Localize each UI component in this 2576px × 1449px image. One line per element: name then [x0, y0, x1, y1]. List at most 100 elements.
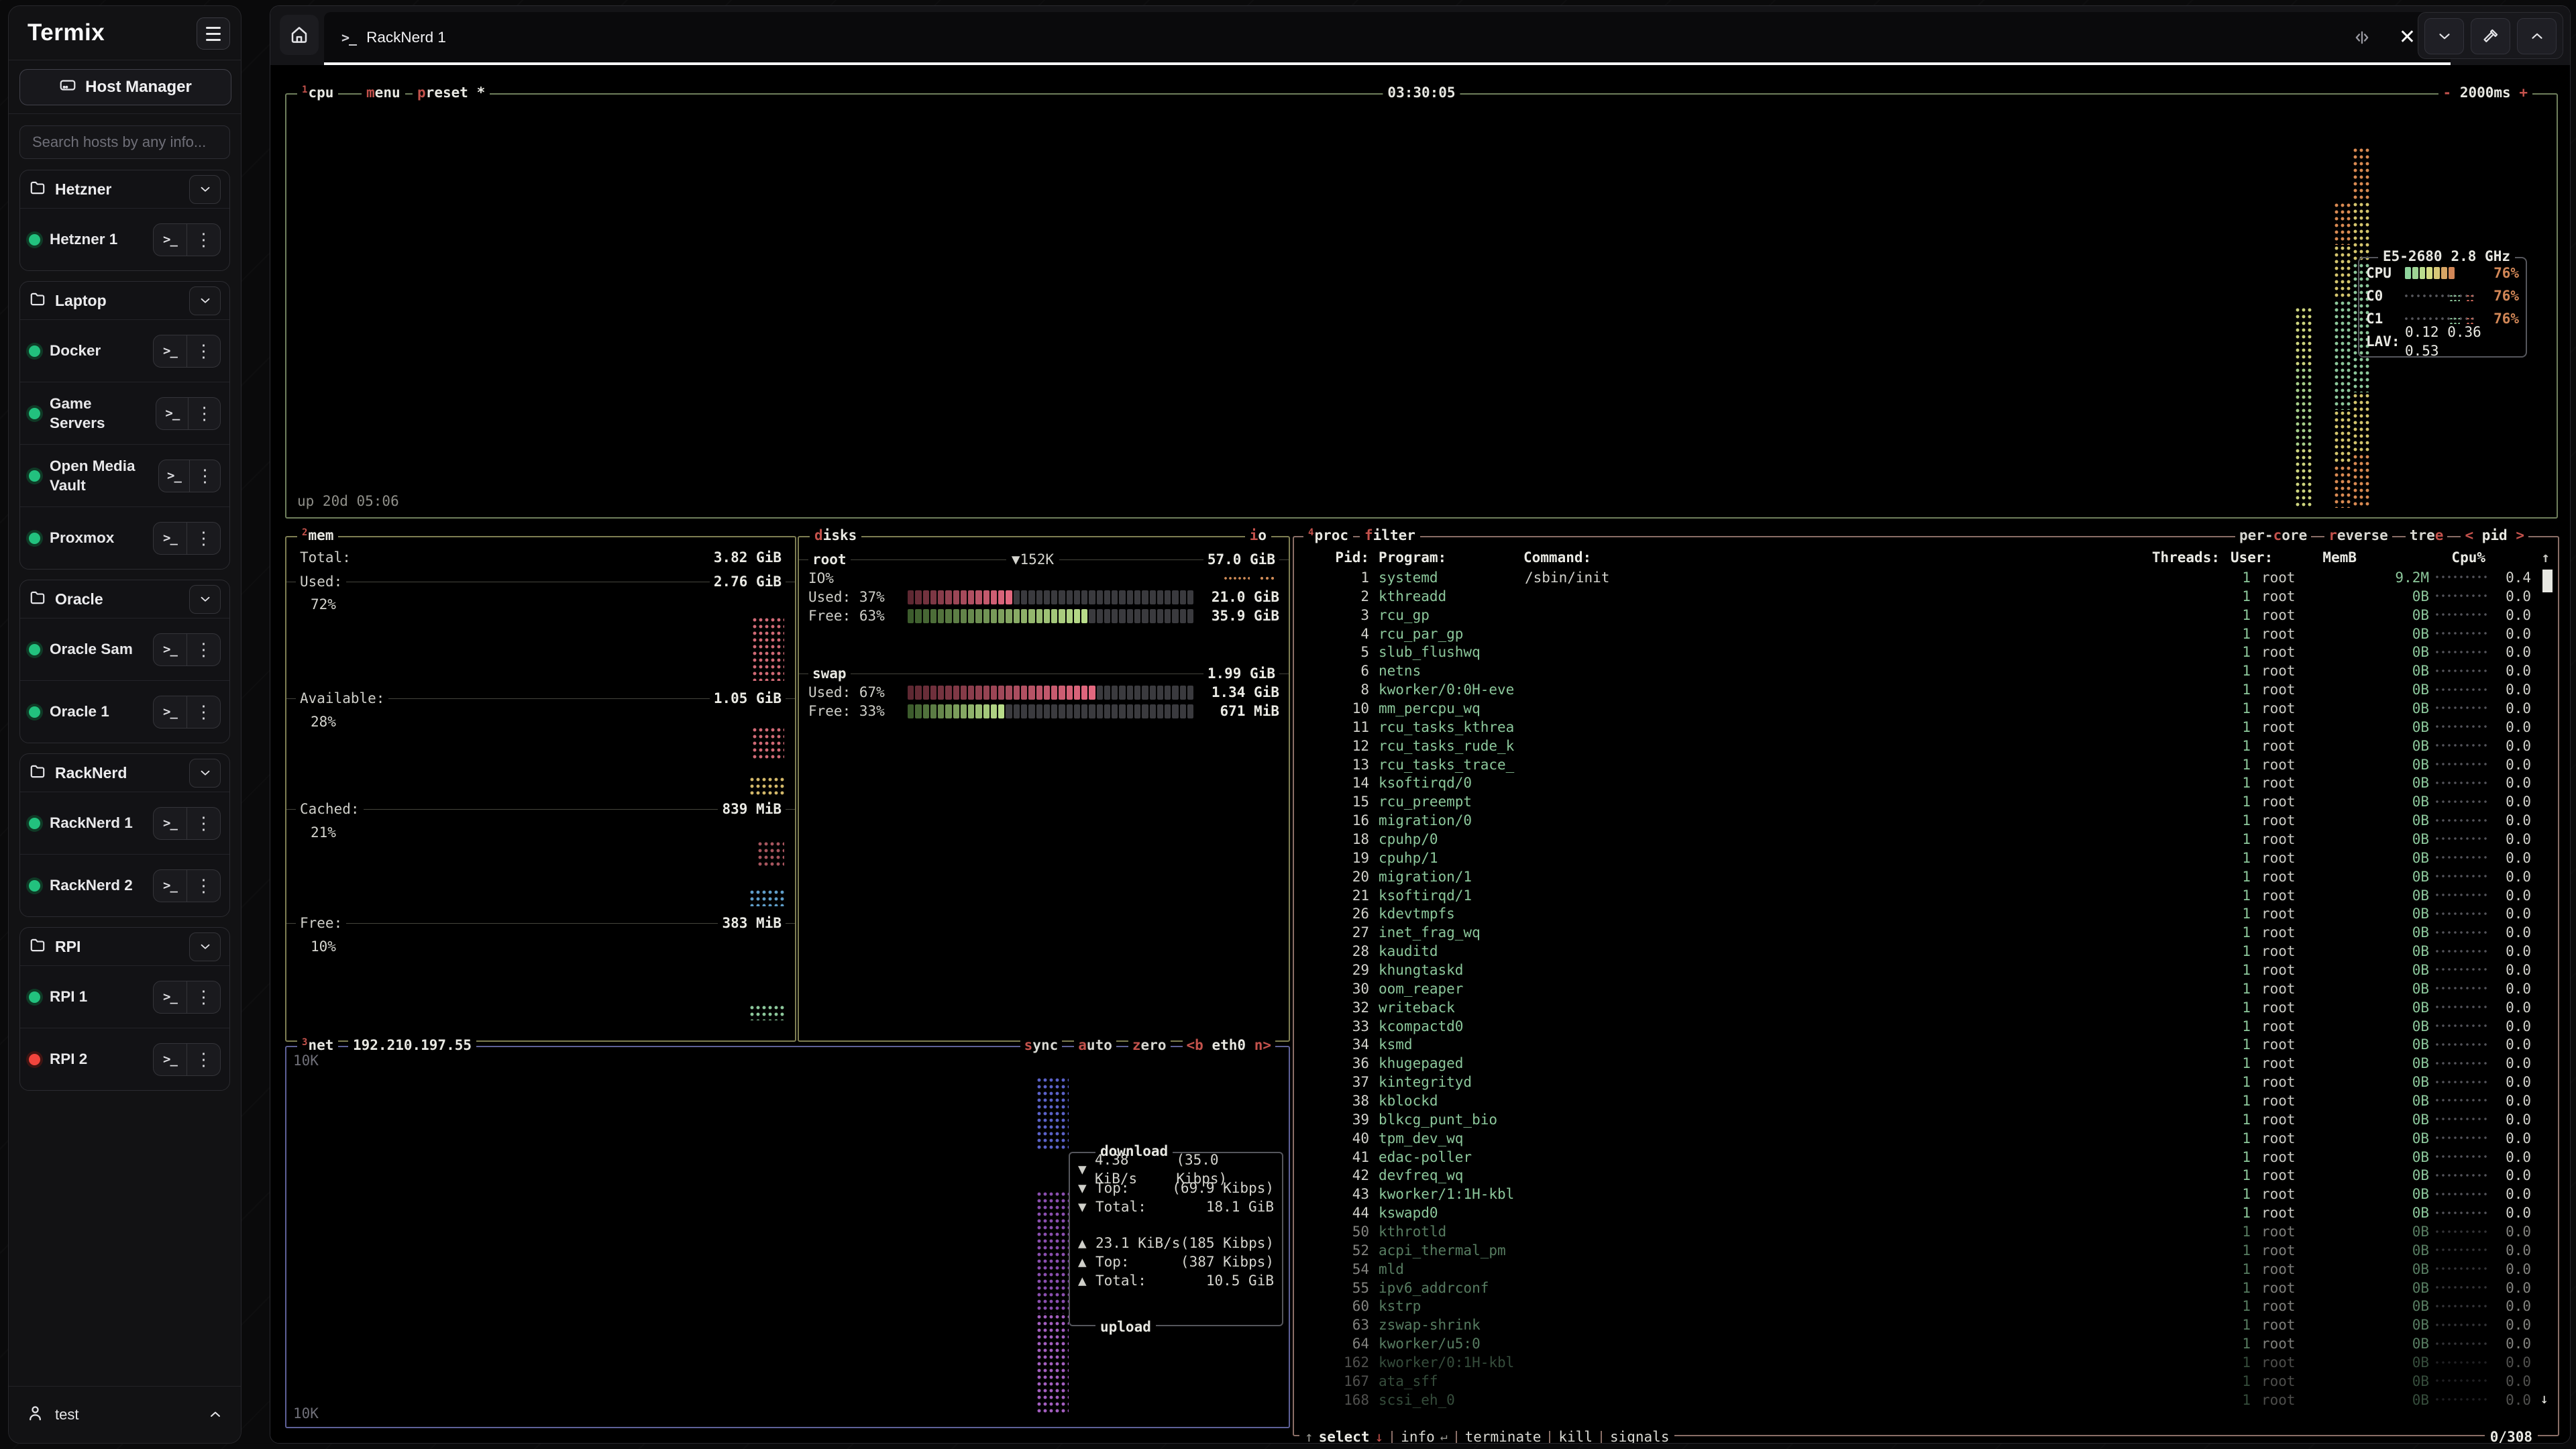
group-collapse-button[interactable] — [189, 585, 221, 614]
process-row-10[interactable]: 10mm_percpu_wq1root0B0.0 — [1302, 699, 2531, 718]
process-row-11[interactable]: 11rcu_tasks_kthrea1root0B0.0 — [1302, 718, 2531, 737]
process-row-27[interactable]: 27inet_frag_wq1root0B0.0 — [1302, 923, 2531, 942]
open-terminal-button[interactable]: >_ — [154, 634, 187, 665]
chevron-up-icon[interactable] — [207, 1407, 223, 1423]
group-collapse-button[interactable] — [189, 759, 221, 788]
process-row-14[interactable]: 14ksoftirqd/01root0B0.0 — [1302, 773, 2531, 792]
group-header[interactable]: RackNerd — [20, 754, 229, 792]
open-terminal-button[interactable]: >_ — [154, 1044, 187, 1075]
host-item-open-media-vault[interactable]: Open Media Vault>_⋮ — [20, 444, 229, 506]
process-row-40[interactable]: 40tpm_dev_wq1root0B0.0 — [1302, 1129, 2531, 1148]
process-row-54[interactable]: 54mld1root0B0.0 — [1302, 1260, 2531, 1279]
host-menu-button[interactable]: ⋮ — [187, 224, 220, 256]
process-row-12[interactable]: 12rcu_tasks_rude_k1root0B0.0 — [1302, 737, 2531, 755]
process-row-168[interactable]: 168scsi_eh_01root0B0.0 — [1302, 1391, 2531, 1409]
process-row-162[interactable]: 162kworker/0:1H-kbl1root0B0.0 — [1302, 1353, 2531, 1372]
tab-racknerd-1[interactable]: >_ RackNerd 1 ✕ — [324, 12, 2451, 65]
tree-toggle[interactable]: tree — [2406, 526, 2448, 545]
chevron-down-button[interactable] — [2424, 18, 2464, 54]
host-item-oracle-1[interactable]: Oracle 1>_⋮ — [20, 680, 229, 743]
process-row-1[interactable]: 1systemd/sbin/init1root9.2M0.4 — [1302, 568, 2531, 587]
open-terminal-button[interactable]: >_ — [154, 224, 187, 256]
menu-button[interactable]: menu — [362, 83, 405, 102]
host-item-hetzner-1[interactable]: Hetzner 1>_⋮ — [20, 208, 229, 270]
hamburger-menu-button[interactable] — [197, 17, 230, 50]
host-menu-button[interactable]: ⋮ — [189, 398, 220, 429]
io-mode-button[interactable]: io — [1245, 526, 1271, 545]
process-row-30[interactable]: 30oom_reaper1root0B0.0 — [1302, 979, 2531, 998]
process-row-5[interactable]: 5slub_flushwq1root0B0.0 — [1302, 643, 2531, 661]
process-row-4[interactable]: 4rcu_par_gp1root0B0.0 — [1302, 625, 2531, 643]
footer-action-kill[interactable]: kill — [1558, 1428, 1593, 1444]
process-row-8[interactable]: 8kworker/0:0H-eve1root0B0.0 — [1302, 680, 2531, 699]
process-row-34[interactable]: 34ksmd1root0B0.0 — [1302, 1035, 2531, 1054]
scroll-down-indicator[interactable]: ↓ — [2540, 1389, 2548, 1408]
filter-button[interactable]: filter — [1360, 526, 1420, 545]
open-terminal-button[interactable]: >_ — [154, 523, 187, 554]
host-item-racknerd-2[interactable]: RackNerd 2>_⋮ — [20, 854, 229, 916]
footer-action-terminate[interactable]: terminate — [1465, 1428, 1542, 1444]
host-manager-button[interactable]: Host Manager — [19, 69, 231, 105]
group-header[interactable]: RPI — [20, 928, 229, 965]
process-row-63[interactable]: 63zswap-shrink1root0B0.0 — [1302, 1316, 2531, 1334]
process-row-28[interactable]: 28kauditd1root0B0.0 — [1302, 942, 2531, 961]
close-tab-icon[interactable]: ✕ — [2399, 28, 2416, 48]
group-collapse-button[interactable] — [189, 175, 221, 204]
process-row-13[interactable]: 13rcu_tasks_trace_1root0B0.0 — [1302, 755, 2531, 774]
net-interface-switcher[interactable]: <b eth0 n> — [1183, 1036, 1275, 1055]
open-terminal-button[interactable]: >_ — [154, 696, 187, 728]
host-item-rpi-2[interactable]: RPI 2>_⋮ — [20, 1028, 229, 1090]
process-row-6[interactable]: 6netns1root0B0.0 — [1302, 661, 2531, 680]
terminal-screen[interactable]: 1cpu menu preset * 03:30:05 - 2000ms + u… — [270, 65, 2570, 1443]
footer-action-select[interactable]: ↑select↓ — [1305, 1428, 1383, 1444]
process-row-64[interactable]: 64kworker/u5:01root0B0.0 — [1302, 1334, 2531, 1353]
process-row-20[interactable]: 20migration/11root0B0.0 — [1302, 867, 2531, 886]
footer-action-signals[interactable]: signals — [1610, 1428, 1670, 1444]
process-row-21[interactable]: 21ksoftirqd/11root0B0.0 — [1302, 886, 2531, 905]
open-terminal-button[interactable]: >_ — [154, 870, 187, 902]
process-row-36[interactable]: 36khugepaged1root0B0.0 — [1302, 1054, 2531, 1073]
net-sync-button[interactable]: sync — [1020, 1036, 1063, 1055]
host-item-docker[interactable]: Docker>_⋮ — [20, 319, 229, 382]
group-collapse-button[interactable] — [189, 932, 221, 961]
host-item-game-servers[interactable]: Game Servers>_⋮ — [20, 382, 229, 444]
group-collapse-button[interactable] — [189, 286, 221, 315]
process-row-44[interactable]: 44kswapd01root0B0.0 — [1302, 1203, 2531, 1222]
process-row-41[interactable]: 41edac-poller1root0B0.0 — [1302, 1148, 2531, 1167]
process-row-43[interactable]: 43kworker/1:1H-kbl1root0B0.0 — [1302, 1185, 2531, 1203]
process-row-29[interactable]: 29khungtaskd1root0B0.0 — [1302, 961, 2531, 979]
per-core-toggle[interactable]: per-core — [2235, 526, 2311, 545]
pid-sort-switcher[interactable]: < pid > — [2461, 526, 2528, 545]
chevron-up-button[interactable] — [2517, 18, 2557, 54]
preset-button[interactable]: preset * — [413, 83, 490, 102]
open-terminal-button[interactable]: >_ — [156, 398, 189, 429]
host-menu-button[interactable]: ⋮ — [187, 808, 220, 839]
process-row-167[interactable]: 167ata_sff1root0B0.0 — [1302, 1372, 2531, 1391]
host-menu-button[interactable]: ⋮ — [187, 634, 220, 665]
host-menu-button[interactable]: ⋮ — [187, 696, 220, 728]
host-item-racknerd-1[interactable]: RackNerd 1>_⋮ — [20, 792, 229, 854]
process-row-3[interactable]: 3rcu_gp1root0B0.0 — [1302, 606, 2531, 625]
user-bar[interactable]: test — [9, 1386, 241, 1443]
process-row-37[interactable]: 37kintegrityd1root0B0.0 — [1302, 1073, 2531, 1091]
net-zero-button[interactable]: zero — [1128, 1036, 1171, 1055]
open-terminal-button[interactable]: >_ — [154, 335, 187, 367]
footer-action-info[interactable]: info↵ — [1401, 1428, 1447, 1444]
process-row-52[interactable]: 52acpi_thermal_pm1root0B0.0 — [1302, 1241, 2531, 1260]
process-row-2[interactable]: 2kthreadd1root0B0.0 — [1302, 587, 2531, 606]
reverse-toggle[interactable]: reverse — [2324, 526, 2392, 545]
process-row-42[interactable]: 42devfreq_wq1root0B0.0 — [1302, 1167, 2531, 1185]
process-table-header[interactable]: Pid: Program: Command: Threads: User: Me… — [1302, 548, 2531, 567]
host-menu-button[interactable]: ⋮ — [187, 981, 220, 1013]
home-button[interactable] — [280, 15, 319, 55]
group-header[interactable]: Laptop — [20, 282, 229, 319]
host-item-rpi-1[interactable]: RPI 1>_⋮ — [20, 965, 229, 1028]
process-row-50[interactable]: 50kthrotld1root0B0.0 — [1302, 1222, 2531, 1241]
process-row-38[interactable]: 38kblockd1root0B0.0 — [1302, 1091, 2531, 1110]
host-menu-button[interactable]: ⋮ — [187, 1044, 220, 1075]
process-row-15[interactable]: 15rcu_preempt1root0B0.0 — [1302, 792, 2531, 811]
process-table[interactable]: 1systemd/sbin/init1root9.2M0.42kthreadd1… — [1302, 568, 2531, 1411]
host-item-oracle-sam[interactable]: Oracle Sam>_⋮ — [20, 618, 229, 680]
group-header[interactable]: Oracle — [20, 580, 229, 618]
process-row-18[interactable]: 18cpuhp/01root0B0.0 — [1302, 830, 2531, 849]
